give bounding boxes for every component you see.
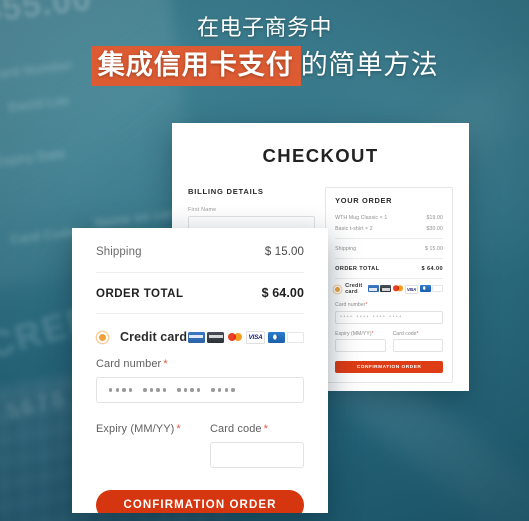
card-number-label: Card number* xyxy=(335,302,368,308)
order-shipping-row: Shipping $ 15.00 xyxy=(335,243,443,254)
order-total-value: $ 64.00 xyxy=(421,265,443,272)
order-total-label: ORDER TOTAL xyxy=(335,265,380,272)
payment-detail-card: Shipping $ 15.00 ORDER TOTAL $ 64.00 Cre… xyxy=(72,228,328,513)
jcb-icon xyxy=(432,284,443,292)
checkout-title: CHECKOUT xyxy=(262,145,379,166)
card-number-input[interactable] xyxy=(96,377,304,403)
headline-line-1: 在电子商务中 xyxy=(196,15,332,40)
credit-card-radio-icon[interactable] xyxy=(99,333,106,341)
shipping-value: $ 15.00 xyxy=(264,246,304,258)
card-number-field: Card number * xyxy=(96,358,304,403)
order-line-item: Basic t-shirt × 2 $30.00 xyxy=(335,223,443,234)
billing-details-heading: BILLING DETAILS xyxy=(188,187,264,196)
diners-club-icon xyxy=(267,331,285,343)
order-item-name: WTH Mug Classic × 1 xyxy=(335,214,388,221)
order-total-row: ORDER TOTAL $ 64.00 xyxy=(335,263,443,274)
card-code-label: Card code* xyxy=(392,330,419,337)
mastercard-icon xyxy=(392,284,404,292)
expiry-label: Expiry (MM/YY)* xyxy=(335,330,374,337)
confirmation-order-button[interactable]: CONFIRMATION ORDER xyxy=(96,490,304,513)
divider xyxy=(335,238,443,239)
your-order-panel: YOUR ORDER WTH Mug Classic × 1 $19.00 Ba… xyxy=(325,187,453,383)
shipping-label: Shipping xyxy=(96,246,142,258)
payment-method-label: Credit card xyxy=(120,330,188,344)
expiry-field: Expiry (MM/YY) * xyxy=(96,423,190,468)
card-number-input[interactable]: •••• •••• •••• •••• xyxy=(335,310,443,324)
payment-method-row[interactable]: Credit card VISA xyxy=(96,314,304,358)
order-item-price: $30.00 xyxy=(426,225,443,232)
visa-icon: VISA xyxy=(246,330,265,344)
payment-method-row[interactable]: Credit card VISA xyxy=(335,283,443,295)
payment-method-label: Credit card xyxy=(345,283,363,295)
shipping-row: Shipping $ 15.00 xyxy=(96,228,304,272)
headline-highlight: 集成信用卡支付 xyxy=(90,46,301,86)
jcb-icon xyxy=(287,331,304,343)
first-name-label: First Name xyxy=(188,207,217,213)
mastercard-icon xyxy=(226,331,244,343)
confirmation-order-button[interactable]: CONFIRMATION ORDER xyxy=(335,361,443,373)
card-code-field: Card code * xyxy=(210,423,304,468)
your-order-heading: YOUR ORDER xyxy=(335,196,393,205)
expiry-input[interactable] xyxy=(335,339,386,352)
card-brand-list: VISA xyxy=(187,330,304,344)
order-line-item: WTH Mug Classic × 1 $19.00 xyxy=(335,212,443,223)
card-code-input[interactable] xyxy=(392,339,443,352)
card-number-masked-value xyxy=(109,388,235,392)
order-total-row: ORDER TOTAL $ 64.00 xyxy=(96,273,304,313)
order-shipping-value: $ 15.00 xyxy=(424,245,443,252)
headline-line-2: 集成信用卡支付 的简单方法 xyxy=(0,46,529,86)
card-number-label: Card number* xyxy=(96,358,168,370)
order-total-label: ORDER TOTAL xyxy=(96,288,184,300)
order-total-value: $ 64.00 xyxy=(261,286,304,300)
amex-card-icon xyxy=(367,284,379,292)
order-item-price: $19.00 xyxy=(426,214,443,221)
headline: 在电子商务中 集成信用卡支付 的简单方法 xyxy=(0,14,529,86)
card-code-input[interactable] xyxy=(210,442,304,468)
dark-card-icon xyxy=(380,284,391,292)
promo-graphic: 455.00 Card Number David Lee Expiry Date… xyxy=(0,0,529,521)
amex-card-icon xyxy=(187,331,205,343)
divider xyxy=(335,278,443,279)
card-code-label: Card code* xyxy=(210,423,269,435)
expiry-label: Expiry (MM/YY)* xyxy=(96,423,181,435)
divider xyxy=(335,258,443,259)
dark-card-icon xyxy=(207,331,224,343)
order-item-name: Basic t-shirt × 2 xyxy=(335,225,373,232)
diners-club-icon xyxy=(419,284,431,292)
visa-icon: VISA xyxy=(405,284,418,294)
credit-card-radio-icon[interactable] xyxy=(335,286,341,292)
order-shipping-label: Shipping xyxy=(335,245,357,252)
card-brand-list: VISA xyxy=(367,284,443,294)
headline-tail: 的简单方法 xyxy=(300,50,439,80)
